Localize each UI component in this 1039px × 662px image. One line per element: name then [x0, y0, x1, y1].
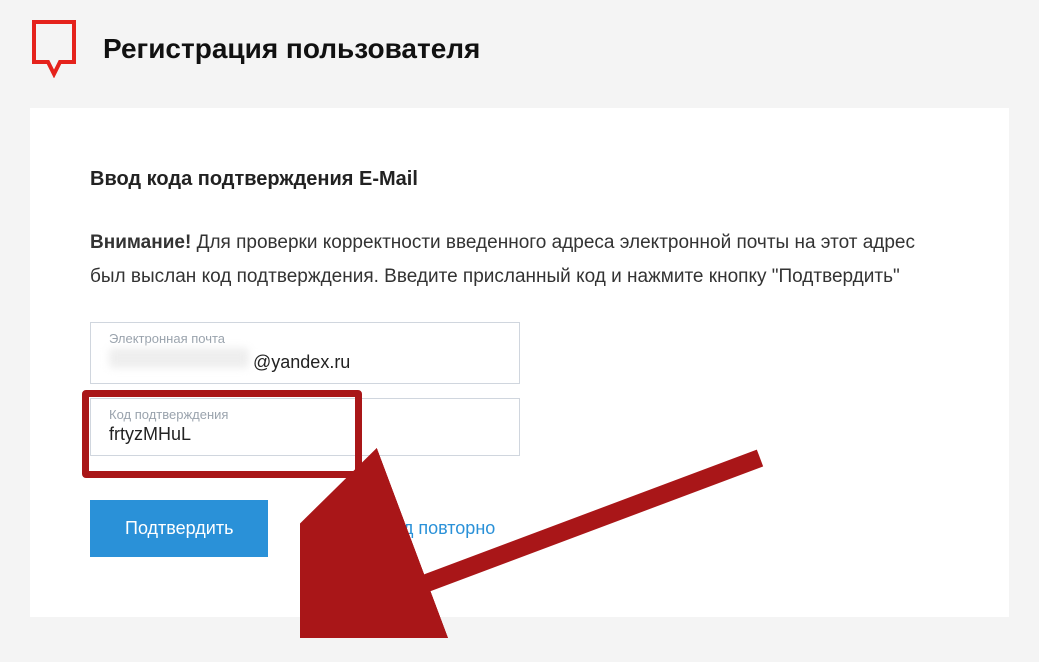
notice-body: Для проверки корректности введенного адр…: [90, 232, 915, 287]
confirm-button[interactable]: Подтвердить: [90, 500, 268, 557]
notice-text: Внимание! Для проверки корректности введ…: [90, 226, 949, 294]
section-heading: Ввод кода подтверждения E-Mail: [90, 168, 949, 191]
code-input[interactable]: [109, 424, 501, 445]
content-card: Ввод кода подтверждения E-Mail Внимание!…: [30, 108, 1009, 617]
action-row: Подтвердить Выслать код повторно: [90, 500, 949, 557]
email-redacted: [109, 348, 249, 368]
notice-strong: Внимание!: [90, 232, 191, 253]
email-field-group[interactable]: Электронная почта @yandex.ru: [90, 322, 520, 384]
email-suffix: @yandex.ru: [253, 352, 350, 373]
code-field-group[interactable]: Код подтверждения: [90, 398, 520, 456]
resend-link[interactable]: Выслать код повторно: [308, 518, 495, 539]
email-label: Электронная почта: [109, 331, 501, 346]
page-header: Регистрация пользователя: [0, 0, 1039, 108]
code-label: Код подтверждения: [109, 407, 501, 422]
page-title: Регистрация пользователя: [103, 33, 480, 65]
logo-icon: [30, 20, 78, 78]
